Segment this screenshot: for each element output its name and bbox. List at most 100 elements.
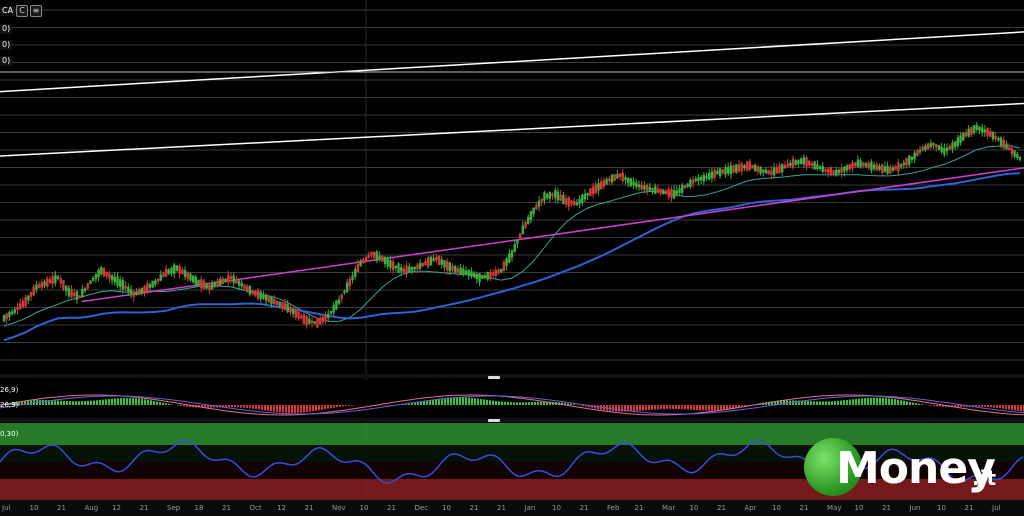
macd-histogram-bar — [240, 405, 242, 408]
candle-body — [91, 277, 95, 281]
candle-body — [137, 288, 141, 296]
legend-label-2: 0) — [0, 40, 13, 50]
candle-body — [635, 182, 638, 187]
macd-histogram-bar — [669, 405, 671, 409]
candle-body — [408, 266, 411, 273]
macd-histogram-bar — [861, 398, 863, 405]
candle-body — [48, 279, 52, 284]
candle-body — [513, 244, 516, 252]
macd-histogram-bar — [231, 405, 233, 408]
candle-body — [502, 261, 506, 271]
candle-body — [778, 165, 781, 174]
candle-body — [386, 257, 389, 267]
symbol-label: CA — [0, 6, 16, 16]
candle-body — [735, 164, 738, 173]
candle-body — [318, 317, 322, 325]
candle-body — [313, 321, 316, 324]
candle-body — [681, 184, 684, 193]
candle-body — [956, 137, 960, 146]
macd-histogram-bar — [474, 398, 476, 405]
macd-histogram-bar — [939, 405, 941, 407]
candle-body — [672, 189, 676, 199]
macd-histogram-bar — [993, 405, 995, 408]
macd-histogram-bar — [909, 401, 911, 405]
candle-body — [786, 163, 789, 168]
candle-body — [753, 164, 757, 171]
candle-body — [953, 141, 957, 147]
macd-histogram-bar — [270, 405, 272, 412]
candle-body — [37, 284, 41, 289]
candle-body — [726, 167, 730, 174]
candle-body — [378, 255, 381, 260]
candle-body — [405, 265, 408, 275]
macd-histogram-bar — [864, 398, 866, 405]
candle-body — [908, 155, 911, 165]
candle-body — [567, 197, 570, 207]
macd-histogram-bar — [141, 398, 143, 405]
pane-splitter-2[interactable] — [488, 419, 500, 422]
macd-histogram-bar — [150, 400, 152, 405]
refresh-icon[interactable]: C — [16, 5, 28, 17]
macd-histogram-bar — [519, 402, 521, 405]
candle-body — [691, 179, 695, 184]
macd-histogram-bar — [84, 401, 86, 405]
candle-body — [859, 160, 862, 168]
candle-body — [64, 285, 68, 292]
macd-histogram-bar — [135, 398, 137, 405]
candle-body — [332, 304, 335, 313]
candle-body — [354, 269, 357, 277]
pane-splitter-1[interactable] — [488, 376, 500, 379]
candle-body — [254, 290, 257, 296]
candle-body — [605, 178, 608, 185]
macd-histogram-bar — [282, 405, 284, 413]
candle-body — [472, 273, 476, 278]
candle-body — [316, 318, 319, 328]
candle-body — [394, 265, 398, 269]
candle-body — [235, 278, 238, 284]
macd-histogram-bar — [693, 405, 695, 410]
candle-body — [67, 287, 71, 297]
candle-body — [310, 320, 314, 324]
candle-body — [743, 165, 746, 169]
menu-icon[interactable]: ≡ — [30, 5, 42, 17]
candle-body — [962, 133, 965, 141]
candle-body — [794, 160, 797, 165]
candle-body — [759, 166, 762, 174]
macd-histogram-bar — [666, 405, 668, 409]
candle-body — [205, 283, 208, 289]
candle-body — [729, 165, 733, 175]
candle-body — [959, 135, 962, 144]
candle-body — [164, 269, 168, 277]
macd-histogram-bar — [171, 404, 173, 405]
macd-histogram-bar — [978, 405, 980, 407]
candle-body — [654, 186, 657, 194]
candle-body — [964, 132, 968, 137]
candle-body — [81, 288, 84, 298]
macd-histogram-bar — [678, 405, 680, 410]
candle-body — [624, 177, 627, 181]
macd-histogram-bar — [183, 405, 185, 407]
candle-body — [267, 296, 271, 303]
candle-body — [218, 278, 222, 286]
macd-histogram-bar — [162, 402, 164, 405]
x-tick-label: Oct — [249, 504, 262, 512]
macd-histogram-bar — [921, 404, 923, 405]
candle-body — [78, 295, 81, 299]
candle-body — [340, 294, 343, 299]
candle-body — [351, 275, 354, 280]
candle-body — [818, 166, 822, 170]
macd-histogram-bar — [318, 405, 320, 411]
candle-body — [132, 291, 135, 297]
macd-histogram-bar — [813, 401, 815, 405]
candle-body — [548, 191, 552, 199]
macd-histogram-bar — [714, 405, 716, 411]
candle-body — [683, 185, 687, 189]
stock-chart[interactable] — [0, 0, 1024, 516]
x-tick-label: 10 — [359, 504, 369, 512]
channel-upper-line — [0, 31, 1024, 93]
candle-body — [802, 157, 806, 165]
candle-body — [13, 309, 17, 313]
macd-histogram-bar — [999, 405, 1001, 409]
candle-body — [856, 159, 860, 167]
macd-histogram-bar — [804, 400, 806, 405]
